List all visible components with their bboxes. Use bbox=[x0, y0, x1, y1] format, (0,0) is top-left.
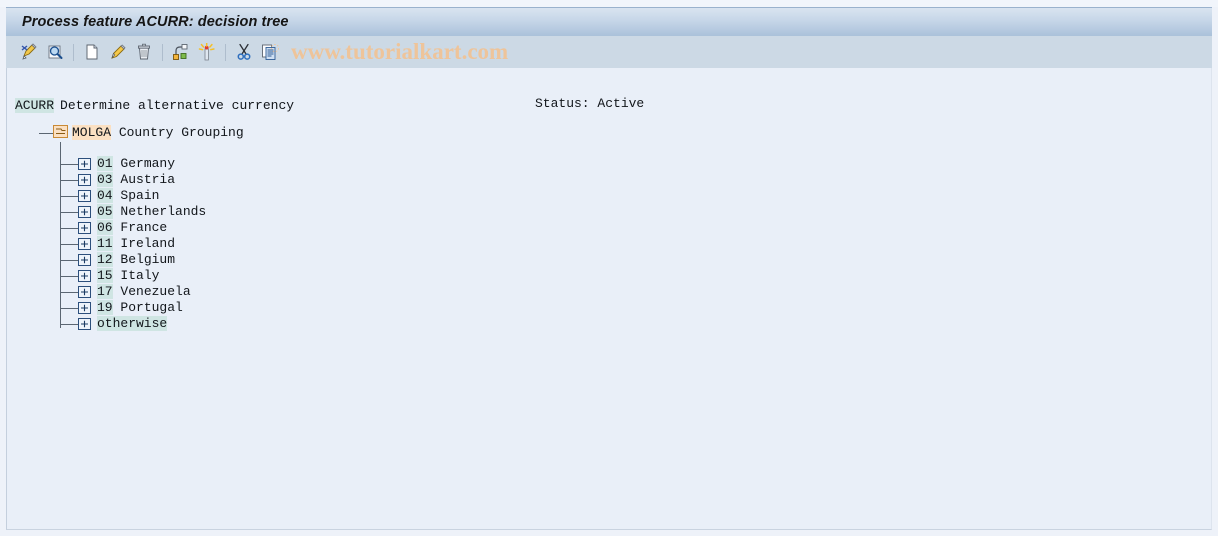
tree-node-label: 15 Italy bbox=[97, 268, 159, 283]
tree-node-label: 17 Venezuela bbox=[97, 284, 191, 299]
tree-node-code[interactable]: 12 bbox=[97, 252, 113, 267]
feature-description: Determine alternative currency bbox=[60, 98, 295, 113]
tree-node-text: Venezuela bbox=[120, 284, 191, 299]
tree-node-text: Portugal bbox=[120, 300, 183, 315]
site-watermark: www.tutorialkart.com bbox=[291, 39, 509, 64]
tree-branch-line bbox=[60, 228, 78, 229]
tree-node-label: 01 Germany bbox=[97, 156, 175, 171]
tree-trunk-line bbox=[60, 142, 61, 328]
expand-plus-icon[interactable] bbox=[78, 221, 91, 234]
tree-node-label: otherwise bbox=[97, 316, 168, 331]
tree-node-code[interactable]: 17 bbox=[97, 284, 113, 299]
tree-node-code[interactable]: 19 bbox=[97, 300, 113, 315]
change-pencil-icon[interactable] bbox=[105, 40, 131, 64]
node-structure-icon[interactable] bbox=[168, 40, 194, 64]
toolbar-separator bbox=[225, 43, 226, 61]
root-code[interactable]: MOLGA bbox=[72, 125, 112, 140]
tree-node-label: 04 Spain bbox=[97, 188, 159, 203]
tree-node-code[interactable]: 01 bbox=[97, 156, 113, 171]
tree-branch-line bbox=[60, 212, 78, 213]
cut-scissors-icon[interactable] bbox=[231, 40, 257, 64]
tree-node-label: 12 Belgium bbox=[97, 252, 175, 267]
expand-plus-icon[interactable] bbox=[78, 285, 91, 298]
expand-plus-icon[interactable] bbox=[78, 173, 91, 186]
tree-node-text: Spain bbox=[120, 188, 160, 203]
tree-node-code[interactable]: 11 bbox=[97, 236, 113, 251]
tree-node-label: 05 Netherlands bbox=[97, 204, 206, 219]
tree-node-text: Austria bbox=[120, 172, 176, 187]
expand-plus-icon[interactable] bbox=[78, 237, 91, 250]
decision-tree-content: ACURR Determine alternative currency Stat… bbox=[6, 68, 1212, 530]
tree-node-label: 03 Austria bbox=[97, 172, 175, 187]
root-connector bbox=[39, 133, 53, 134]
expand-plus-icon[interactable] bbox=[78, 205, 91, 218]
display-magnifier-icon[interactable] bbox=[42, 40, 68, 64]
tree-branch-line bbox=[60, 276, 78, 277]
tree-branch-line bbox=[60, 244, 78, 245]
expand-plus-icon[interactable] bbox=[78, 269, 91, 282]
tree-branch-line bbox=[60, 308, 78, 309]
page-title: Process feature ACURR: decision tree bbox=[22, 14, 289, 30]
tree-node-text: Germany bbox=[120, 156, 176, 171]
sap-application-window: Process feature ACURR: decision tree www… bbox=[0, 0, 1218, 536]
tree-node-code[interactable]: 05 bbox=[97, 204, 113, 219]
tree-node-text: Netherlands bbox=[120, 204, 207, 219]
tree-node-code[interactable]: 04 bbox=[97, 188, 113, 203]
tree-node-text: Italy bbox=[120, 268, 160, 283]
tree-node-code[interactable]: 15 bbox=[97, 268, 113, 283]
tree-root-label: MOLGA Country Grouping bbox=[72, 125, 244, 140]
expand-plus-icon[interactable] bbox=[78, 317, 91, 330]
new-document-icon[interactable] bbox=[79, 40, 105, 64]
feature-code[interactable]: ACURR bbox=[15, 98, 55, 113]
expand-plus-icon[interactable] bbox=[78, 301, 91, 314]
delete-trash-icon[interactable] bbox=[131, 40, 157, 64]
feature-header-text: ACURR Determine alternative currency bbox=[15, 98, 294, 113]
tree-branch-line bbox=[60, 292, 78, 293]
toolbar-separator bbox=[73, 43, 74, 61]
toolbar-separator bbox=[162, 43, 163, 61]
tree-node-text: France bbox=[120, 220, 168, 235]
status-badge: Status: Active bbox=[535, 96, 645, 111]
open-folder-icon[interactable] bbox=[53, 125, 68, 138]
tree-node-label: 19 Portugal bbox=[97, 300, 183, 315]
tree-branch-line bbox=[60, 260, 78, 261]
edit-pencil-icon[interactable] bbox=[16, 40, 42, 64]
tree-branch-line bbox=[60, 196, 78, 197]
tree-node-text: Ireland bbox=[120, 236, 176, 251]
tree-branch-line bbox=[60, 164, 78, 165]
tree-node-text[interactable]: otherwise bbox=[97, 316, 168, 331]
tree-node-label: 11 Ireland bbox=[97, 236, 175, 251]
application-toolbar: www.tutorialkart.com bbox=[6, 36, 1212, 68]
window-title-bar: Process feature ACURR: decision tree bbox=[6, 7, 1212, 36]
root-description: Country Grouping bbox=[118, 125, 244, 140]
expand-plus-icon[interactable] bbox=[78, 157, 91, 170]
highlight-star-icon[interactable] bbox=[194, 40, 220, 64]
tree-node-text: Belgium bbox=[120, 252, 176, 267]
feature-header-row: ACURR Determine alternative currency Stat… bbox=[15, 96, 1195, 113]
copy-paste-icon[interactable] bbox=[257, 40, 283, 64]
tree-branch-line bbox=[60, 180, 78, 181]
expand-plus-icon[interactable] bbox=[78, 189, 91, 202]
tree-node-label: 06 France bbox=[97, 220, 167, 235]
tree-branch-line bbox=[60, 324, 78, 325]
tree-node-code[interactable]: 06 bbox=[97, 220, 113, 235]
window-top-strip bbox=[0, 0, 1218, 7]
expand-plus-icon[interactable] bbox=[78, 253, 91, 266]
tree-node-code[interactable]: 03 bbox=[97, 172, 113, 187]
